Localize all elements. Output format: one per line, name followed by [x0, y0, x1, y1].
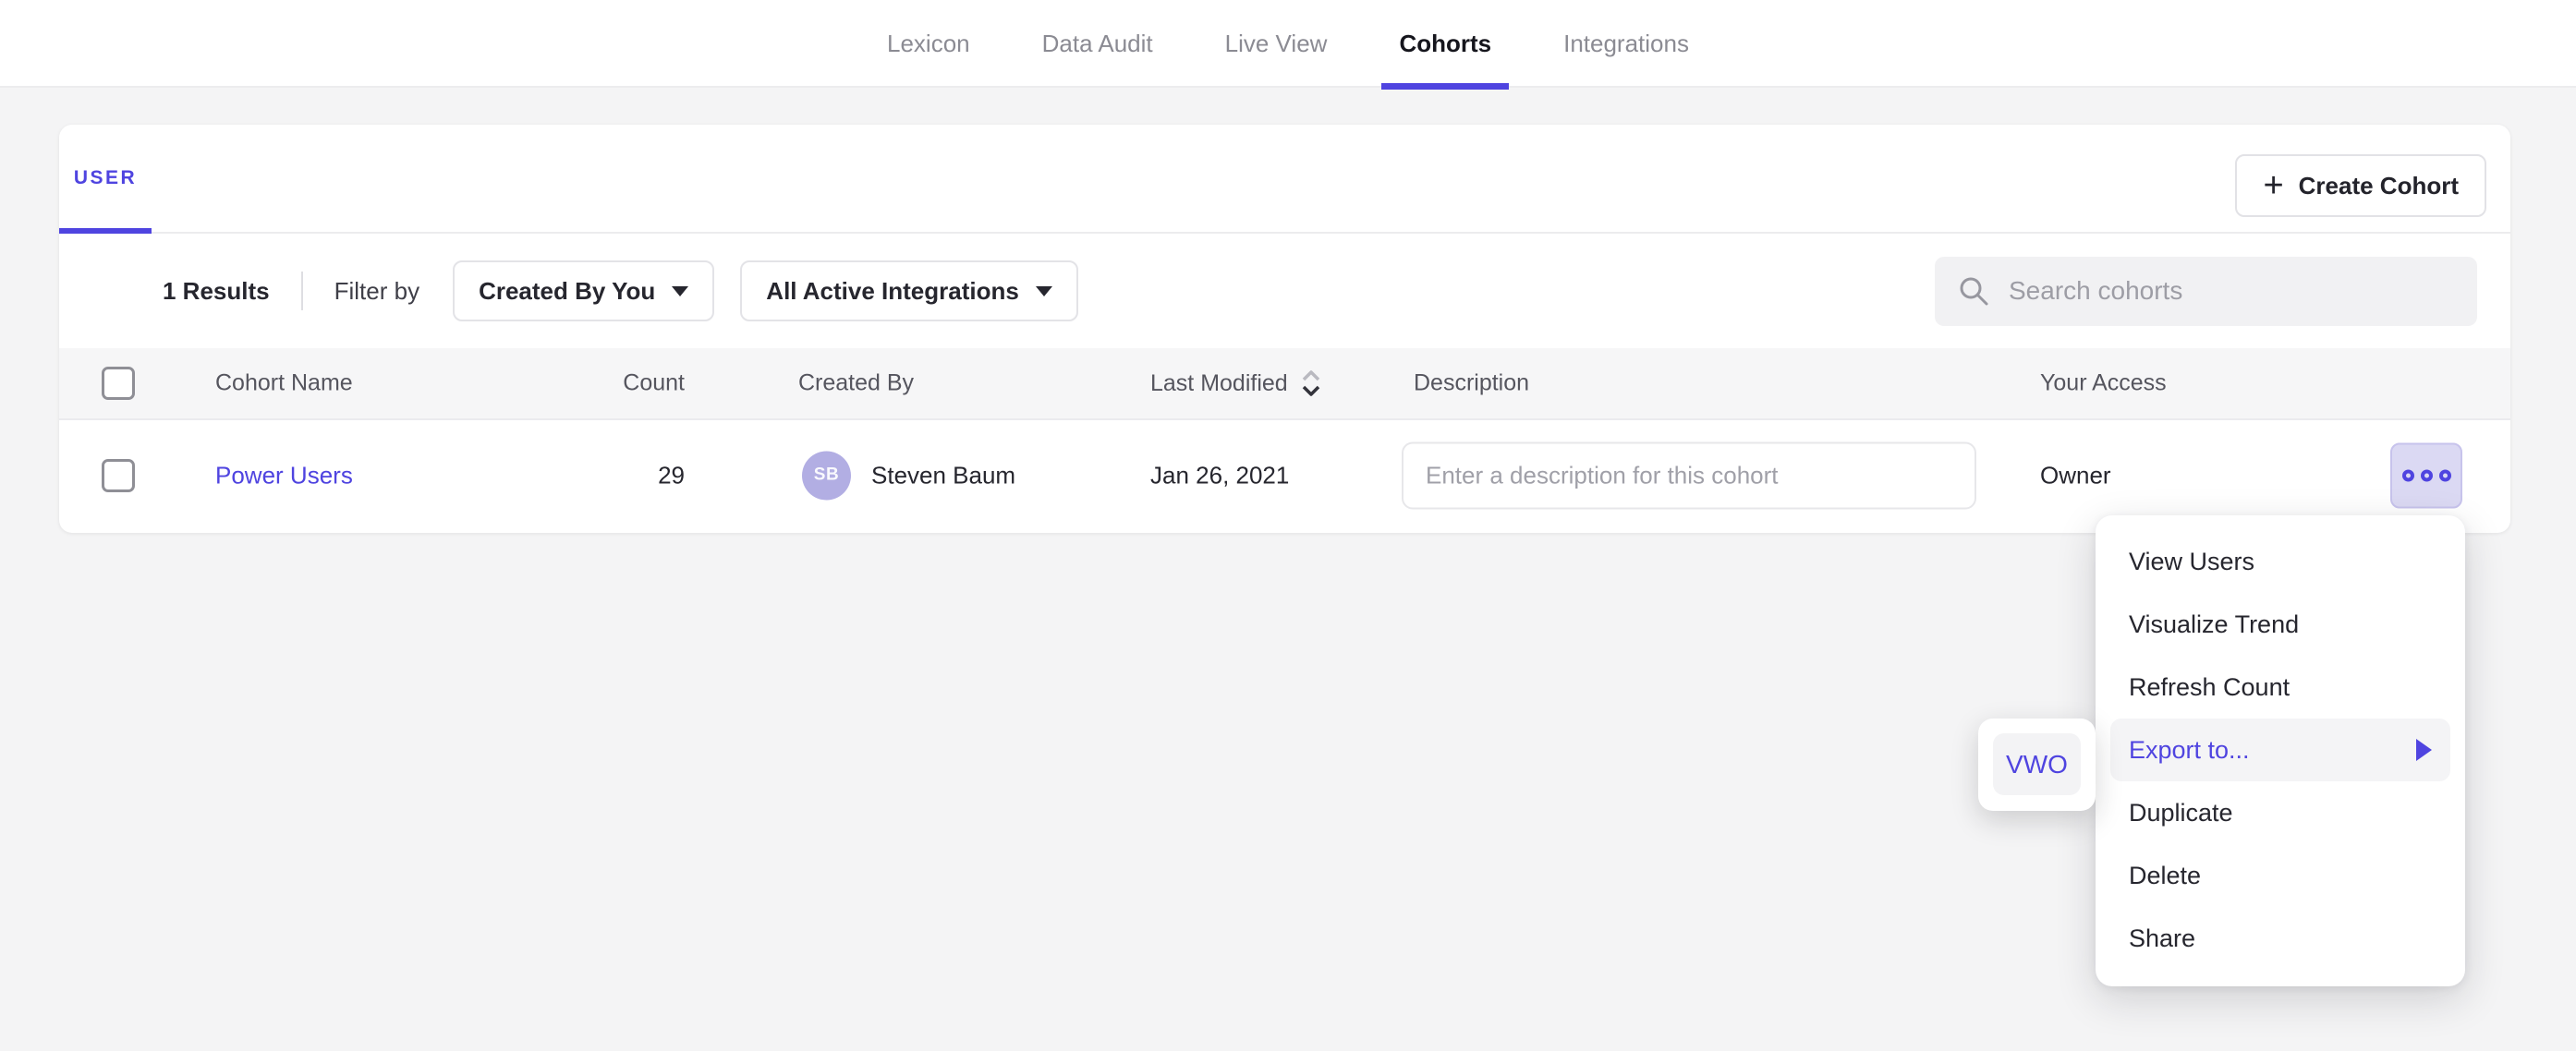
search-cohorts-box: [1935, 257, 2477, 326]
submenu-arrow-icon: [2416, 739, 2432, 761]
column-header-count: Count: [540, 370, 685, 397]
top-nav: Lexicon Data Audit Live View Cohorts Int…: [851, 0, 1725, 86]
sort-icon: [1301, 368, 1321, 399]
chevron-down-icon: [1036, 286, 1052, 296]
search-icon: [1957, 274, 1990, 308]
nav-tab-cohorts[interactable]: Cohorts: [1381, 0, 1509, 88]
menu-item-share[interactable]: Share: [2096, 907, 2465, 970]
column-header-created-by: Created By: [798, 370, 914, 397]
menu-item-duplicate[interactable]: Duplicate: [2096, 781, 2465, 844]
dot-icon: [2439, 469, 2451, 481]
chevron-down-icon: [672, 286, 688, 296]
row-checkbox[interactable]: [102, 459, 135, 492]
creator-name: Steven Baum: [871, 461, 1015, 489]
column-header-your-access: Your Access: [2040, 370, 2167, 397]
column-header-description: Description: [1414, 370, 1529, 397]
divider: [301, 272, 303, 310]
export-to-label: Export to...: [2129, 736, 2250, 765]
created-by-filter-dropdown[interactable]: Created By You: [453, 260, 714, 321]
export-submenu: VWO: [1978, 719, 2096, 811]
select-all-checkbox[interactable]: [102, 367, 135, 400]
column-header-last-modified[interactable]: Last Modified: [1150, 368, 1321, 399]
plus-icon: +: [2263, 168, 2283, 203]
cohort-name-link[interactable]: Power Users: [215, 461, 353, 489]
nav-tab-lexicon[interactable]: Lexicon: [869, 0, 988, 88]
last-modified-date: Jan 26, 2021: [1150, 461, 1289, 489]
description-input[interactable]: [1402, 441, 1976, 509]
card-tab-bar: USER + Create Cohort: [59, 125, 2510, 234]
table-row: Power Users 29 SB Steven Baum Jan 26, 20…: [59, 420, 2510, 530]
submenu-item-vwo[interactable]: VWO: [1993, 733, 2081, 795]
top-nav-bar: Lexicon Data Audit Live View Cohorts Int…: [0, 0, 2576, 88]
menu-item-refresh-count[interactable]: Refresh Count: [2096, 656, 2465, 719]
nav-tab-live-view[interactable]: Live View: [1208, 0, 1345, 88]
menu-item-visualize-trend[interactable]: Visualize Trend: [2096, 593, 2465, 656]
dot-icon: [2402, 469, 2414, 481]
results-count: 1 Results: [163, 277, 270, 306]
create-cohort-button[interactable]: + Create Cohort: [2235, 154, 2486, 217]
integrations-filter-label: All Active Integrations: [766, 277, 1019, 306]
tab-user[interactable]: USER: [59, 125, 152, 232]
menu-item-export-to[interactable]: Export to...: [2110, 719, 2450, 781]
integrations-filter-dropdown[interactable]: All Active Integrations: [740, 260, 1078, 321]
created-by-filter-label: Created By You: [479, 277, 655, 306]
row-actions-button[interactable]: [2390, 442, 2462, 508]
avatar: SB: [802, 451, 851, 500]
menu-item-view-users[interactable]: View Users: [2096, 530, 2465, 593]
menu-item-delete[interactable]: Delete: [2096, 844, 2465, 907]
last-modified-label: Last Modified: [1150, 370, 1288, 397]
created-by-cell: SB Steven Baum: [802, 451, 1015, 500]
create-cohort-label: Create Cohort: [2299, 172, 2459, 200]
cohort-count: 29: [540, 461, 685, 489]
filter-by-label: Filter by: [334, 277, 419, 306]
column-header-cohort-name: Cohort Name: [215, 370, 353, 397]
nav-tab-integrations[interactable]: Integrations: [1546, 0, 1707, 88]
nav-tab-data-audit[interactable]: Data Audit: [1025, 0, 1171, 88]
cohorts-card: USER + Create Cohort 1 Results Filter by…: [59, 125, 2510, 533]
table-header: Cohort Name Count Created By Last Modifi…: [59, 348, 2510, 420]
row-actions-menu: View Users Visualize Trend Refresh Count…: [2096, 515, 2465, 986]
filter-bar: 1 Results Filter by Created By You All A…: [59, 234, 2510, 348]
access-value: Owner: [2040, 461, 2111, 489]
search-cohorts-input[interactable]: [2009, 276, 2455, 306]
dot-icon: [2421, 469, 2433, 481]
